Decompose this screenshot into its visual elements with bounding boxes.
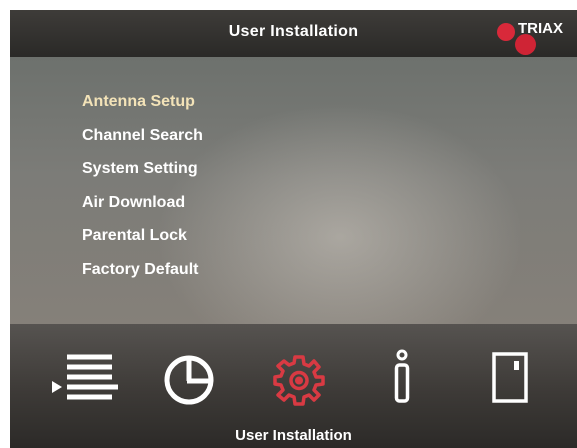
menu-item-system-setting[interactable]: System Setting	[82, 155, 203, 189]
gear-icon[interactable]	[272, 353, 326, 407]
screen-bezel-edge	[0, 0, 10, 448]
menu-item-parental-lock[interactable]: Parental Lock	[82, 222, 203, 256]
channel-list-icon[interactable]	[50, 352, 120, 404]
brand-dot-icon	[497, 23, 515, 41]
menu-item-air-download[interactable]: Air Download	[82, 189, 203, 223]
brand-dot-icon	[515, 34, 536, 55]
selected-menu-label: User Installation	[235, 427, 352, 444]
info-icon[interactable]	[392, 349, 412, 405]
menu-item-antenna-setup[interactable]: Antenna Setup	[82, 88, 203, 122]
main-menu-bar: User Installation	[10, 324, 577, 448]
header-bar: User Installation TRIAX	[10, 10, 577, 57]
menu-item-channel-search[interactable]: Channel Search	[82, 122, 203, 156]
tv-screen: User Installation TRIAX Antenna Setup Ch…	[0, 0, 577, 448]
menu-item-factory-default[interactable]: Factory Default	[82, 256, 203, 290]
menu-panel: Antenna Setup Channel Search System Sett…	[10, 57, 577, 324]
brand-logo: TRIAX	[497, 16, 577, 56]
installation-menu: Antenna Setup Channel Search System Sett…	[82, 88, 203, 289]
brand-name: TRIAX	[518, 20, 563, 37]
media-card-icon[interactable]	[490, 351, 530, 405]
page-title: User Installation	[228, 23, 359, 40]
timer-icon[interactable]	[162, 351, 218, 407]
